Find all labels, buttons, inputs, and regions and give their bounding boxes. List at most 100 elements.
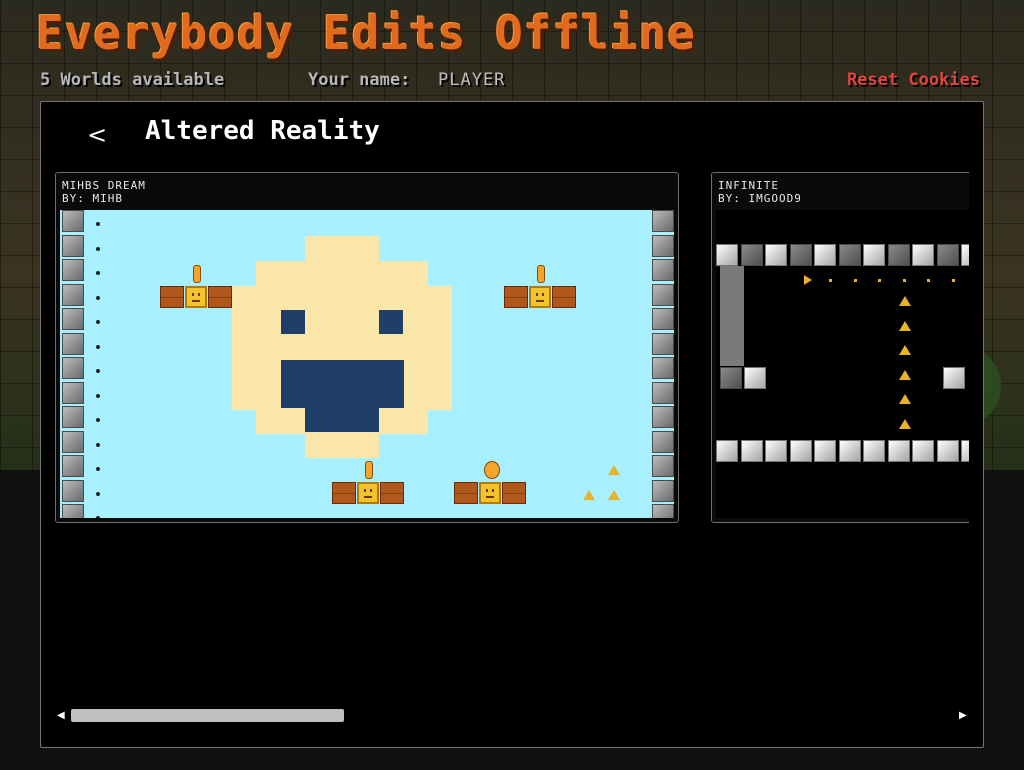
gray-block [62, 259, 84, 281]
brick-block [454, 482, 478, 504]
category-title: Altered Reality [145, 116, 380, 146]
steel-block [765, 244, 787, 266]
dot-marker [96, 222, 100, 226]
dot-marker [96, 295, 100, 300]
world-card[interactable]: INFINITE BY: IMGOOD9 [711, 172, 969, 523]
world-preview [716, 210, 969, 518]
brick-block [380, 482, 404, 504]
gray-block [62, 283, 84, 306]
world-card-strip: MIHBS DREAM BY: MIHB INFINITE BY: IMGOOD… [55, 172, 969, 524]
arrow-right-icon [804, 275, 812, 285]
gray-block [62, 381, 84, 404]
gray-block [62, 406, 84, 428]
steel-block [863, 244, 885, 266]
player-name-label: Your name: [308, 70, 411, 90]
reset-cookies-link[interactable]: Reset Cookies [847, 70, 980, 90]
back-button[interactable]: < [85, 120, 109, 150]
world-name: INFINITE [718, 179, 779, 192]
gray-block [62, 479, 84, 502]
dot-marker [878, 279, 881, 282]
spike-icon [899, 369, 911, 380]
steel-block [912, 244, 934, 266]
gray-block [652, 259, 674, 281]
gray-block [652, 210, 674, 232]
world-card-header: INFINITE BY: IMGOOD9 [718, 179, 802, 205]
spike-icon [899, 320, 911, 331]
dot-marker [96, 516, 100, 518]
spike-icon [899, 345, 911, 355]
spike-icon [608, 490, 620, 500]
world-browser-panel: < Altered Reality MIHBS DREAM BY: MIHB I… [40, 101, 984, 748]
gray-block [62, 332, 84, 355]
gray-block [652, 332, 674, 355]
dot-marker [96, 369, 100, 373]
gray-block [652, 234, 674, 257]
world-card[interactable]: MIHBS DREAM BY: MIHB [55, 172, 679, 523]
dot-marker [96, 344, 100, 349]
gray-block [652, 479, 674, 502]
smiley-block [529, 286, 551, 308]
coin-icon [365, 461, 373, 479]
gray-block [652, 406, 674, 428]
spike-icon [899, 296, 911, 306]
coin-icon [537, 265, 545, 283]
gray-block [652, 430, 674, 453]
dot-marker [927, 279, 930, 282]
worlds-count: 5 Worlds available [40, 70, 225, 90]
scroll-right-arrow-icon[interactable]: ▶ [959, 711, 969, 721]
brick-block [552, 286, 576, 308]
smiley-block [185, 286, 207, 308]
steel-block [943, 367, 965, 389]
dot-marker [902, 279, 906, 282]
gray-block [652, 357, 674, 379]
steel-block [789, 244, 812, 266]
app-title: Everybody Edits Offline [36, 6, 696, 60]
gray-pillar [720, 266, 744, 366]
spike-icon [899, 394, 911, 404]
scroll-left-arrow-icon[interactable]: ◀ [57, 711, 67, 721]
steel-block [887, 244, 910, 266]
dot-marker [96, 246, 100, 251]
gray-block [62, 357, 84, 379]
steel-block [838, 244, 861, 266]
steel-block [740, 244, 763, 266]
coin-icon [484, 461, 500, 479]
world-author: BY: MIHB [62, 192, 123, 205]
steel-block [961, 440, 969, 462]
steel-block [838, 440, 861, 462]
steel-block [814, 440, 836, 462]
dot-marker [96, 393, 100, 398]
world-author: BY: IMGOOD9 [718, 192, 802, 205]
gray-block [62, 455, 84, 477]
scrollbar-thumb[interactable] [71, 709, 344, 722]
spike-icon [583, 490, 595, 500]
horizontal-scrollbar[interactable] [71, 708, 951, 722]
brick-block [160, 286, 184, 308]
steel-block [716, 440, 738, 462]
player-name-field[interactable]: PLAYER [438, 70, 505, 90]
gray-block [652, 381, 674, 404]
brick-block [332, 482, 356, 504]
steel-block [720, 367, 742, 389]
dot-marker [951, 279, 955, 282]
steel-block [936, 244, 959, 266]
world-name: MIHBS DREAM [62, 179, 146, 192]
gray-block [652, 308, 674, 330]
steel-block [765, 440, 787, 462]
spike-icon [899, 418, 911, 429]
steel-block [912, 440, 934, 462]
spike-icon [608, 465, 620, 475]
dot-marker [96, 467, 100, 471]
smiley-block [479, 482, 501, 504]
steel-block [814, 244, 836, 266]
world-card-header: MIHBS DREAM BY: MIHB [62, 179, 146, 205]
gray-block [62, 308, 84, 330]
gray-block [62, 210, 84, 232]
brick-block [208, 286, 232, 308]
steel-block [887, 440, 910, 462]
gray-block [62, 430, 84, 453]
brick-block [502, 482, 526, 504]
dot-marker [853, 279, 857, 282]
gray-block [652, 455, 674, 477]
steel-block [740, 440, 763, 462]
